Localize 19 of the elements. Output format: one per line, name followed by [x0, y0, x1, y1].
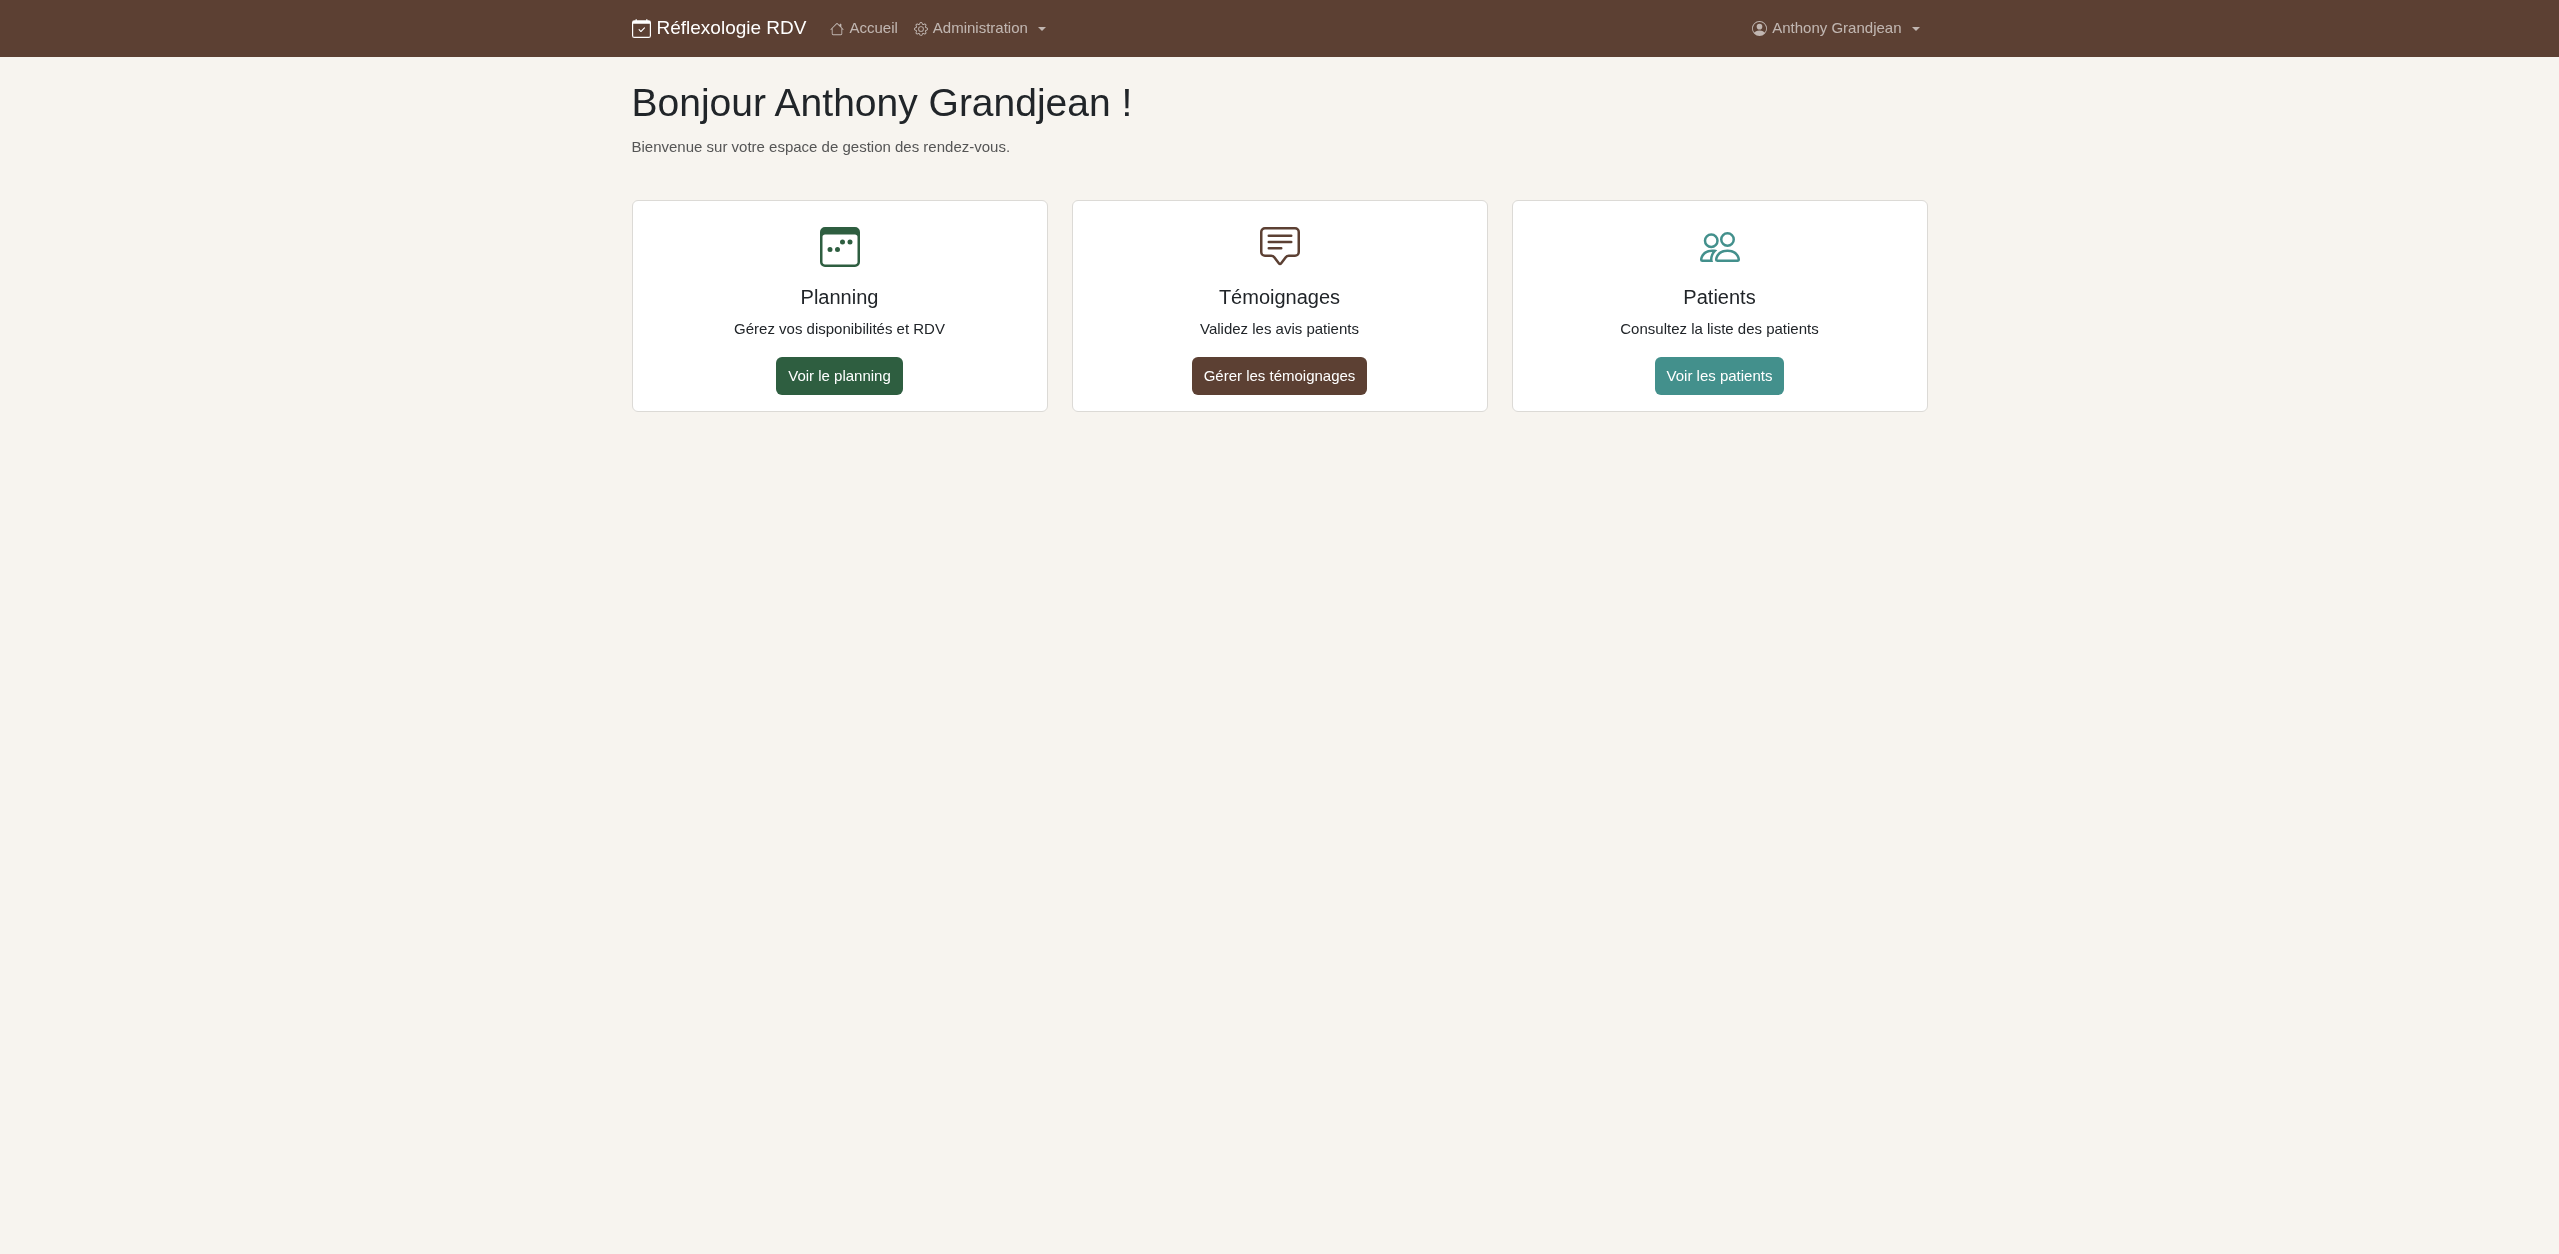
card-title: Patients [1683, 284, 1756, 309]
card-button[interactable]: Voir le planning [776, 356, 903, 395]
brand-link[interactable]: Réflexologie RDV [631, 14, 807, 43]
card-button[interactable]: Gérer les témoignages [1191, 356, 1368, 395]
greeting-title: Bonjour Anthony Grandjean ! [631, 80, 1134, 126]
greeting-subtitle: Bienvenue sur votre espace de gestion des rendez-vous. [631, 136, 1012, 157]
card-title: Témoignages [1218, 284, 1341, 309]
calendar-check-icon [631, 19, 651, 38]
card-description: Consultez la liste des patients [1620, 318, 1819, 339]
card-title: Planning [800, 284, 879, 309]
nav-link[interactable]: Accueil [822, 9, 906, 48]
house-icon [830, 21, 845, 36]
card-description: Validez les avis patients [1200, 318, 1359, 339]
gear-icon [913, 21, 928, 36]
user-icon [1752, 21, 1768, 36]
user-menu[interactable]: Anthony Grandjean [1744, 9, 1928, 48]
card-description: Gérez vos disponibilités et RDV [734, 318, 945, 339]
card-button[interactable]: Voir les patients [1654, 356, 1785, 395]
nav-dropdown[interactable]: Administration [905, 9, 1054, 48]
